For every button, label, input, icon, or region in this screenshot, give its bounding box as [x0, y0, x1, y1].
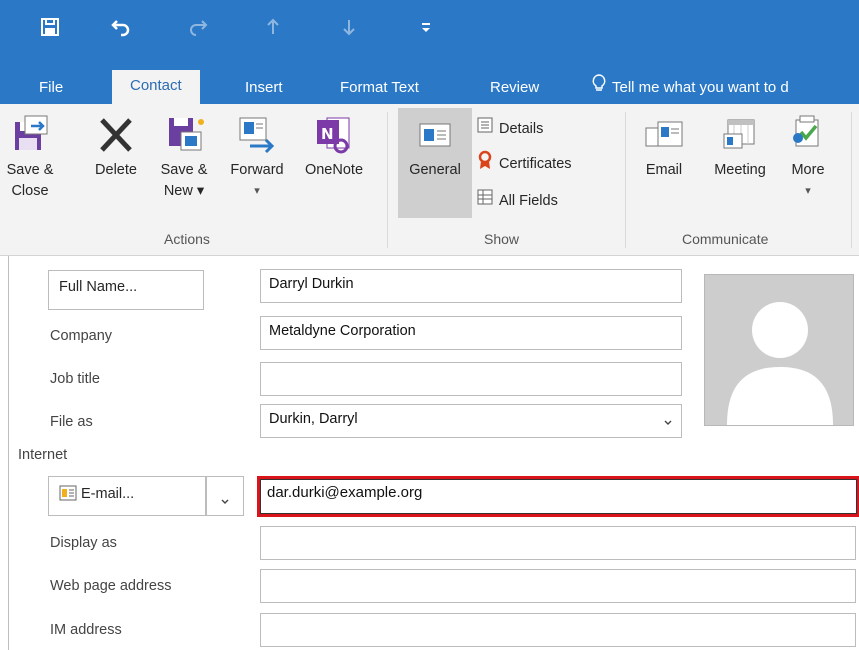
- save-icon[interactable]: [37, 14, 63, 40]
- certificates-button[interactable]: Certificates: [476, 150, 572, 178]
- more-dropdown-arrow: ▾: [805, 185, 811, 197]
- file-as-field[interactable]: Durkin, Darryl: [260, 404, 682, 438]
- certificate-ribbon-icon: [476, 150, 494, 178]
- quick-access-toolbar: [0, 0, 859, 66]
- redo-icon[interactable]: [185, 14, 211, 40]
- onenote-button[interactable]: N OneNote: [298, 112, 370, 181]
- general-label: General: [409, 162, 461, 178]
- company-label: Company: [50, 328, 113, 344]
- forward-contact-icon: [222, 112, 292, 156]
- chevron-down-icon[interactable]: [663, 414, 673, 430]
- previous-item-icon[interactable]: [260, 14, 286, 40]
- job-title-field[interactable]: [260, 362, 682, 396]
- email-value: dar.durki@example.org: [267, 484, 423, 501]
- group-separator: [387, 112, 388, 248]
- display-as-label: Display as: [50, 535, 117, 551]
- onenote-label: OneNote: [304, 162, 364, 178]
- details-button[interactable]: Details: [476, 116, 543, 142]
- tell-me-search[interactable]: Tell me what you want to d: [592, 74, 789, 102]
- forward-button[interactable]: Forward ▾: [222, 112, 292, 202]
- email-contact-icon: [636, 112, 692, 156]
- undo-icon[interactable]: [108, 14, 134, 40]
- tab-file[interactable]: File: [33, 74, 69, 104]
- file-as-value: Durkin, Darryl: [269, 411, 358, 427]
- forward-dropdown-arrow: ▾: [254, 185, 260, 197]
- all-fields-button[interactable]: All Fields: [476, 188, 558, 214]
- save-close-label-2: Close: [11, 183, 49, 199]
- file-as-label: File as: [50, 414, 93, 430]
- person-placeholder-icon: [727, 302, 833, 425]
- general-button[interactable]: General: [398, 112, 472, 181]
- group-separator: [851, 112, 852, 248]
- tell-me-text: Tell me what you want to d: [612, 79, 789, 96]
- save-new-icon: [152, 112, 216, 156]
- svg-text:N: N: [321, 125, 334, 143]
- save-new-button[interactable]: Save & New ▾: [152, 112, 216, 202]
- save-close-label-1: Save &: [6, 162, 54, 178]
- email-type-button[interactable]: E-mail...: [48, 476, 206, 516]
- email-type-dropdown[interactable]: [206, 476, 244, 516]
- tab-review[interactable]: Review: [484, 74, 545, 104]
- delete-icon: [86, 112, 146, 156]
- meeting-calendar-icon: [700, 112, 780, 156]
- meeting-label: Meeting: [714, 162, 766, 178]
- ribbon: Save & Close Delete Save & New ▾ Forward…: [0, 104, 859, 256]
- address-card-icon: [59, 485, 77, 505]
- full-name-field[interactable]: Darryl Durkin: [260, 269, 682, 303]
- meeting-button[interactable]: Meeting: [700, 112, 780, 181]
- ribbon-tabs: File Contact Insert Format Text Review T…: [0, 66, 859, 104]
- contact-card-icon: [398, 112, 472, 156]
- im-address-field[interactable]: [260, 613, 856, 647]
- full-name-button[interactable]: Full Name...: [48, 270, 204, 310]
- forward-label: Forward: [230, 162, 284, 178]
- group-separator: [625, 112, 626, 248]
- all-fields-icon: [476, 188, 494, 214]
- email-field[interactable]: dar.durki@example.org: [257, 476, 859, 517]
- im-address-label: IM address: [50, 622, 122, 638]
- all-fields-label: All Fields: [499, 193, 558, 209]
- form-left-rule: [8, 256, 9, 650]
- contact-form: Full Name... Darryl Durkin Company Metal…: [0, 256, 859, 650]
- email-button[interactable]: Email: [636, 112, 692, 181]
- delete-button[interactable]: Delete: [86, 112, 146, 181]
- web-page-label: Web page address: [50, 578, 172, 594]
- delete-label: Delete: [95, 162, 137, 178]
- more-button[interactable]: More ▾: [786, 112, 830, 202]
- company-field[interactable]: Metaldyne Corporation: [260, 316, 682, 350]
- save-close-button[interactable]: Save & Close: [2, 112, 58, 202]
- save-close-icon: [2, 112, 58, 156]
- actions-group-label: Actions: [164, 231, 210, 247]
- contact-photo[interactable]: [704, 274, 854, 426]
- communicate-group-label: Communicate: [682, 231, 769, 247]
- details-label: Details: [499, 121, 544, 137]
- tab-contact[interactable]: Contact: [112, 70, 200, 104]
- save-new-label-2: New ▾: [163, 183, 205, 199]
- internet-section-label: Internet: [18, 447, 68, 463]
- next-item-icon[interactable]: [336, 14, 362, 40]
- details-icon: [476, 116, 494, 142]
- chevron-down-icon: [220, 493, 230, 509]
- onenote-icon: N: [298, 112, 370, 156]
- job-title-label: Job title: [50, 371, 100, 387]
- save-new-label-1: Save &: [160, 162, 208, 178]
- show-group-label: Show: [484, 231, 520, 247]
- certificates-label: Certificates: [499, 156, 572, 172]
- lightbulb-icon: [592, 74, 606, 102]
- tab-format-text[interactable]: Format Text: [334, 74, 425, 104]
- more-actions-icon: [786, 112, 830, 156]
- web-page-field[interactable]: [260, 569, 856, 603]
- tab-insert[interactable]: Insert: [239, 74, 289, 104]
- email-type-label: E-mail...: [81, 486, 135, 502]
- customize-qat-icon[interactable]: [413, 14, 439, 40]
- more-label: More: [791, 162, 825, 178]
- email-label: Email: [645, 162, 683, 178]
- display-as-field[interactable]: [260, 526, 856, 560]
